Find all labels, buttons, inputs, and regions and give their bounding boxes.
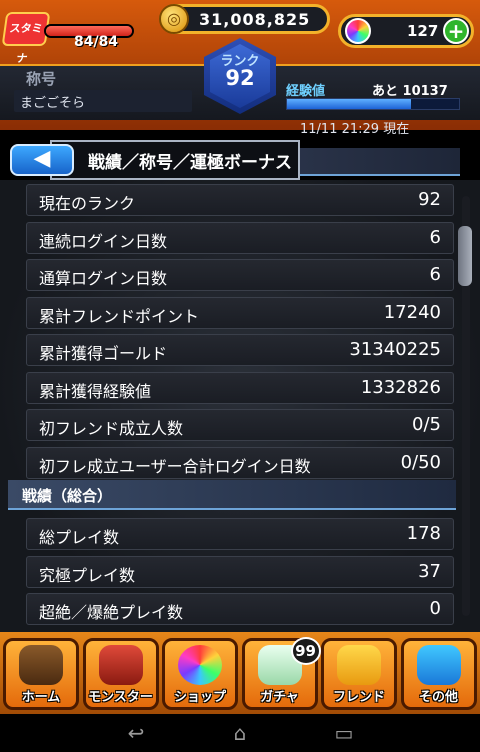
stat-label: 累計獲得ゴールド [39, 344, 168, 363]
top-hud: スタミナ 84/84 ◎ 31,008,825 127 + 称号 まごごそら ラ… [0, 0, 480, 137]
system-recents-button[interactable]: ▭ [324, 722, 364, 744]
gacha-count-badge: 99 [290, 637, 321, 665]
system-home-button[interactable]: ⌂ [220, 722, 260, 744]
section-title: 戦績（総合） [22, 487, 113, 505]
nav-label: その他 [418, 690, 458, 705]
coin-icon: ◎ [159, 4, 189, 34]
other-question-icon [416, 645, 461, 685]
nav-other-question-button[interactable]: その他 [400, 638, 477, 710]
page-title: 戦績／称号／運極ボーナス [88, 153, 292, 173]
battle-stat-row: 総プレイ数 178 [26, 518, 454, 550]
stat-row: 累計獲得経験値 1332826 [26, 371, 454, 404]
stat-row: 連続ログイン日数 6 [26, 221, 454, 254]
stat-row: 初フレンド成立人数 0/5 [26, 409, 454, 441]
stat-row: 通算ログイン日数 6 [26, 259, 454, 291]
nav-home-button[interactable]: ホーム [3, 638, 79, 710]
stat-value: 6 [429, 226, 441, 248]
player-name: まごごそら [20, 96, 86, 111]
stats-list[interactable]: 現在のランク 92 連続ログイン日数 6 通算ログイン日数 6 累計フレンドポイント 1724… [0, 180, 480, 632]
system-nav-bar: ↩ ⌂ ▭ [0, 714, 480, 752]
section-header-battle: 戦績（総合） [8, 480, 456, 510]
gold-value: 31,008,825 [199, 10, 311, 29]
nav-label: モンスター [88, 690, 153, 705]
nav-orb-shop-button[interactable]: ショップ [162, 638, 238, 710]
buy-orbs-button[interactable]: + [443, 18, 469, 44]
stat-value: 178 [406, 523, 441, 544]
nav-label: ホーム [21, 690, 61, 705]
stat-value: 1332826 [360, 376, 441, 398]
stat-value: 0/5 [412, 414, 441, 435]
scrollbar-thumb[interactable] [458, 226, 472, 286]
battle-stat-row: 超絶／爆絶プレイ数 0 [26, 593, 454, 625]
rank-value: 92 [225, 66, 255, 90]
bottom-nav: ホーム モンスター ショップ ガチャ 99 フレンド その他 [0, 632, 480, 714]
stat-label: 初フレ成立ユーザー合計ログイン日数 [39, 456, 311, 476]
orb-icon [345, 18, 371, 44]
nav-label: フレンド [332, 690, 385, 705]
stamina-label: スタミナ [1, 12, 51, 65]
stat-label: 究極プレイ数 [39, 565, 136, 585]
stat-row: 現在のランク 92 [26, 184, 454, 216]
stat-label: 累計フレンドポイント [39, 306, 200, 326]
stat-label: 連続ログイン日数 [39, 231, 168, 251]
timestamp: 11/11 21:29 現在 [300, 122, 410, 137]
stat-value: 92 [418, 189, 441, 210]
home-icon [19, 645, 63, 685]
stat-value: 0 [429, 598, 441, 619]
stamina-value: 84/84 [74, 34, 119, 50]
page-header: 戦績／称号／運極ボーナス ◀ [0, 140, 480, 180]
stat-label: 現在のランク [39, 194, 136, 213]
orb-counter: 127 + [338, 14, 474, 48]
monster-icon [98, 645, 143, 685]
exp-label: 経験値 [286, 84, 326, 99]
gold-counter: ◎ 31,008,825 [159, 4, 330, 34]
friends-icon [337, 645, 381, 685]
title-label: 称号 [26, 70, 57, 88]
stat-label: 総プレイ数 [39, 528, 120, 547]
nav-label: ガチャ [260, 690, 299, 705]
stat-row: 累計フレンドポイント 17240 [26, 296, 454, 329]
stat-label: 超絶／爆絶プレイ数 [39, 603, 184, 622]
stamina-gauge: スタミナ 84/84 [1, 4, 154, 65]
stat-value: 17240 [383, 301, 441, 323]
back-arrow-icon: ◀ [33, 146, 51, 171]
system-back-button[interactable]: ↩ [116, 722, 156, 744]
stat-row: 初フレ成立ユーザー合計ログイン日数 0/50 [26, 446, 454, 479]
exp-remaining: あと 10137 [372, 84, 448, 99]
stat-label: 累計獲得経験値 [39, 381, 152, 401]
orb-value: 127 [407, 22, 439, 40]
stat-row: 累計獲得ゴールド 31340225 [26, 334, 454, 366]
stat-value: 31340225 [349, 339, 441, 360]
stat-label: 通算ログイン日数 [39, 269, 168, 288]
back-button[interactable]: ◀ [10, 144, 74, 176]
nav-gacha-egg-button[interactable]: ガチャ 99 [241, 637, 321, 710]
nav-friends-button[interactable]: フレンド [321, 638, 397, 710]
nav-monster-button[interactable]: モンスター [82, 638, 159, 710]
exp-bar-fill [287, 99, 411, 109]
orb-shop-icon [178, 645, 222, 685]
stat-value: 0/50 [400, 451, 441, 473]
exp-bar [286, 98, 460, 110]
nav-label: ショップ [173, 690, 226, 705]
stat-label: 初フレンド成立人数 [39, 419, 184, 438]
battle-stat-row: 究極プレイ数 37 [26, 555, 454, 588]
stat-value: 6 [429, 264, 441, 285]
stat-value: 37 [418, 560, 441, 582]
